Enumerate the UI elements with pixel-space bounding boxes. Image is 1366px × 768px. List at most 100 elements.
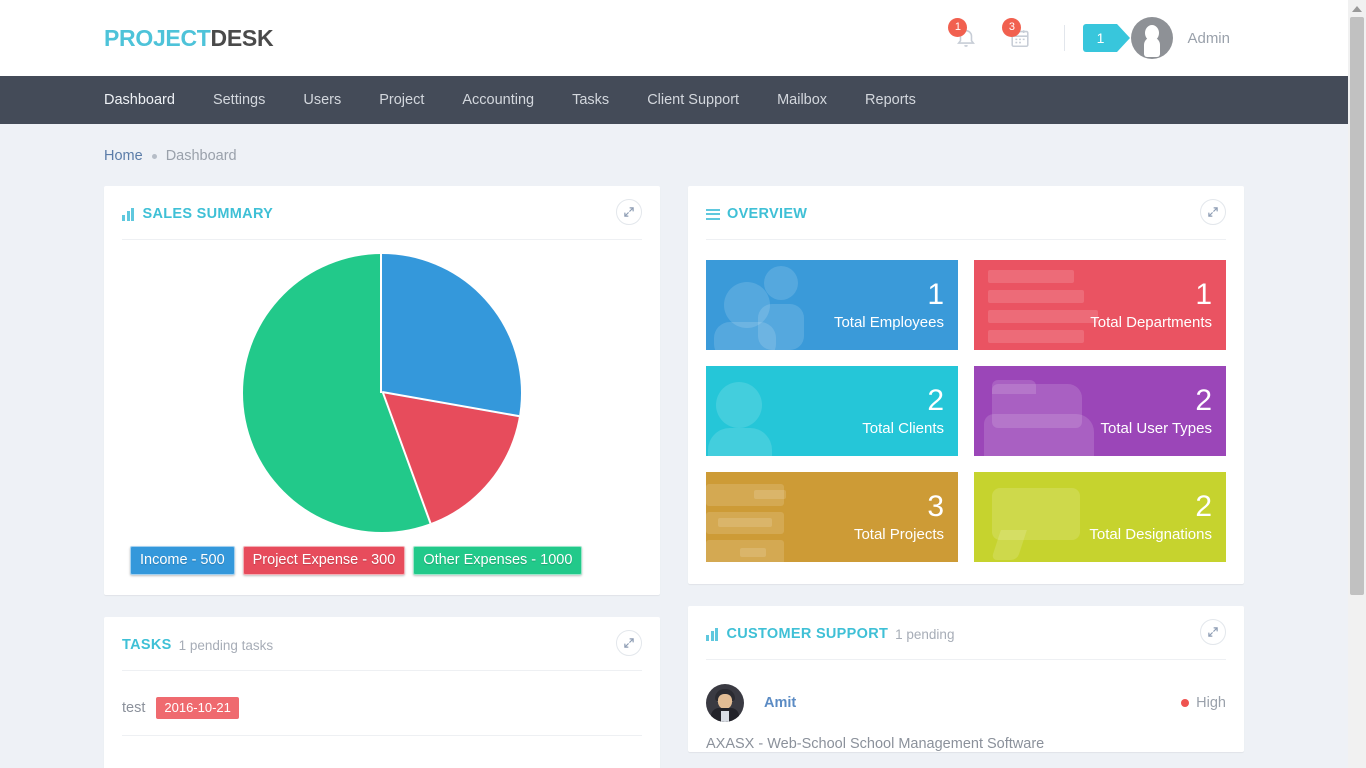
dashboard-grid: Sales Summary Income - 500 Project Expens…	[0, 164, 1348, 768]
tasks-list: test 2016-10-21	[104, 671, 660, 768]
logo-text-secondary: DESK	[210, 24, 274, 51]
avatar[interactable]	[1131, 17, 1174, 59]
legend-item[interactable]: Project Expense - 300	[242, 546, 406, 575]
triangle-up-icon	[1352, 5, 1362, 12]
header-actions: 1 3 1 Admin	[946, 17, 1348, 59]
scrollbar-thumb[interactable]	[1350, 17, 1364, 595]
overview-tile-value: 2	[927, 383, 944, 417]
support-user-avatar	[706, 684, 744, 722]
customer-support-title-group: Customer Support 1 pending	[706, 626, 954, 642]
overview-tile[interactable]: 3 Total Projects	[706, 472, 958, 562]
user-name[interactable]: Admin	[1187, 30, 1230, 47]
support-user-name[interactable]: Amit	[764, 695, 796, 711]
nav-item-accounting[interactable]: Accounting	[462, 92, 534, 108]
overview-tile-value: 1	[927, 277, 944, 311]
avatar-shirt	[721, 711, 729, 722]
sales-summary-chart-area: Income - 500 Project Expense - 300 Other E…	[104, 240, 660, 595]
customer-support-expand-button[interactable]	[1200, 619, 1226, 645]
tasks-panel: Tasks 1 pending tasks test	[104, 617, 660, 768]
expand-icon	[624, 638, 634, 648]
overview-expand-button[interactable]	[1200, 199, 1226, 225]
customer-support-subtitle: 1 pending	[895, 626, 955, 642]
messages-count: 1	[1096, 30, 1105, 46]
customer-support-title: Customer Support	[726, 626, 889, 642]
overview-tile[interactable]: 1 Total Employees	[706, 260, 958, 350]
app-logo[interactable]: PROJECTDESK	[104, 24, 274, 52]
task-name: test	[122, 700, 146, 716]
main-navigation: Dashboard Settings Users Project Account…	[0, 76, 1348, 124]
overview-header: Overview	[688, 186, 1244, 225]
notifications-button[interactable]: 1	[946, 18, 986, 58]
list-icon	[706, 208, 720, 220]
tasks-title: Tasks	[122, 637, 172, 653]
pie-separator	[382, 391, 520, 418]
expand-icon	[624, 207, 634, 217]
sales-summary-header: Sales Summary	[104, 186, 660, 225]
tasks-header: Tasks 1 pending tasks	[104, 617, 660, 656]
priority-dot-icon	[1181, 699, 1190, 707]
task-row[interactable]: test 2016-10-21	[122, 697, 642, 736]
overview-tile[interactable]: 2 Total User Types	[974, 366, 1226, 456]
overview-tile[interactable]: 1 Total Departments	[974, 260, 1226, 350]
logo-text-primary: PROJECT	[104, 24, 211, 51]
overview-tile-label: Total Clients	[862, 419, 944, 437]
scrollbar-up-button[interactable]	[1348, 0, 1366, 17]
users-group-icon	[706, 260, 958, 350]
task-due-date-badge: 2016-10-21	[156, 697, 239, 719]
tasks-subtitle: 1 pending tasks	[178, 637, 274, 653]
legend-item[interactable]: Other Expenses - 1000	[413, 546, 583, 575]
expand-icon	[1208, 207, 1218, 217]
header-divider	[1064, 25, 1066, 51]
sales-summary-expand-button[interactable]	[616, 199, 642, 225]
nav-item-project[interactable]: Project	[379, 92, 424, 108]
breadcrumb-home[interactable]: Home	[104, 148, 143, 164]
support-priority: High	[1181, 695, 1226, 711]
nav-item-dashboard[interactable]: Dashboard	[104, 92, 175, 108]
sales-pie-chart[interactable]	[243, 254, 521, 532]
overview-tile-label: Total Projects	[853, 525, 944, 543]
nav-item-settings[interactable]: Settings	[213, 92, 265, 108]
sales-summary-panel: Sales Summary Income - 500 Project Expens…	[104, 186, 660, 595]
tasks-spacer	[122, 736, 642, 768]
overview-tile-value: 3	[927, 489, 944, 523]
nav-item-mailbox[interactable]: Mailbox	[777, 92, 827, 108]
comment-icon	[974, 472, 1226, 562]
overview-tile-value: 2	[1195, 383, 1212, 417]
calendar-button[interactable]: 3	[1000, 18, 1040, 58]
customer-support-panel: Customer Support 1 pending	[688, 606, 1244, 752]
sales-summary-title: Sales Summary	[142, 206, 274, 222]
breadcrumb: Home Dashboard	[0, 124, 1348, 164]
nav-item-client-support[interactable]: Client Support	[647, 92, 739, 108]
nav-item-reports[interactable]: Reports	[865, 92, 916, 108]
right-column: Overview 1 Total Employees 1 Total Departme…	[688, 186, 1244, 768]
legend-item[interactable]: Income - 500	[130, 546, 235, 575]
tasks-icon	[706, 472, 958, 562]
support-ticket-row[interactable]: Amit High	[706, 684, 1226, 722]
folder-icon	[974, 366, 1226, 456]
pie-slice-separators	[243, 254, 521, 532]
tasks-expand-button[interactable]	[616, 630, 642, 656]
overview-tile[interactable]: 2 Total Designations	[974, 472, 1226, 562]
breadcrumb-separator-icon	[151, 153, 157, 159]
sales-pie-legend: Income - 500 Project Expense - 300 Other E…	[130, 546, 590, 575]
overview-tiles: 1 Total Employees 1 Total Departments 2 Total…	[688, 240, 1244, 584]
sales-summary-title-group: Sales Summary	[122, 206, 273, 222]
overview-tile-label: Total User Types	[1100, 419, 1212, 437]
messages-badge[interactable]: 1	[1083, 24, 1131, 52]
app-viewport: PROJECTDESK 1 3 1 Admin Dashboard Settin…	[0, 0, 1366, 768]
page-scrollbar[interactable]	[1348, 0, 1366, 768]
overview-tile-label: Total Departments	[1090, 313, 1212, 331]
user-icon	[706, 366, 958, 456]
overview-panel: Overview 1 Total Employees 1 Total Departme…	[688, 186, 1244, 584]
left-column: Sales Summary Income - 500 Project Expens…	[104, 186, 660, 768]
overview-title: Overview	[727, 206, 808, 222]
page-root: PROJECTDESK 1 3 1 Admin Dashboard Settin…	[0, 0, 1348, 768]
nav-item-users[interactable]: Users	[303, 92, 341, 108]
avatar-body	[1144, 37, 1161, 57]
pie-separator	[382, 392, 432, 524]
bar-chart-icon	[122, 207, 136, 221]
overview-tile[interactable]: 2 Total Clients	[706, 366, 958, 456]
nav-item-tasks[interactable]: Tasks	[572, 92, 609, 108]
breadcrumb-current: Dashboard	[165, 148, 237, 164]
expand-icon	[1208, 627, 1218, 637]
